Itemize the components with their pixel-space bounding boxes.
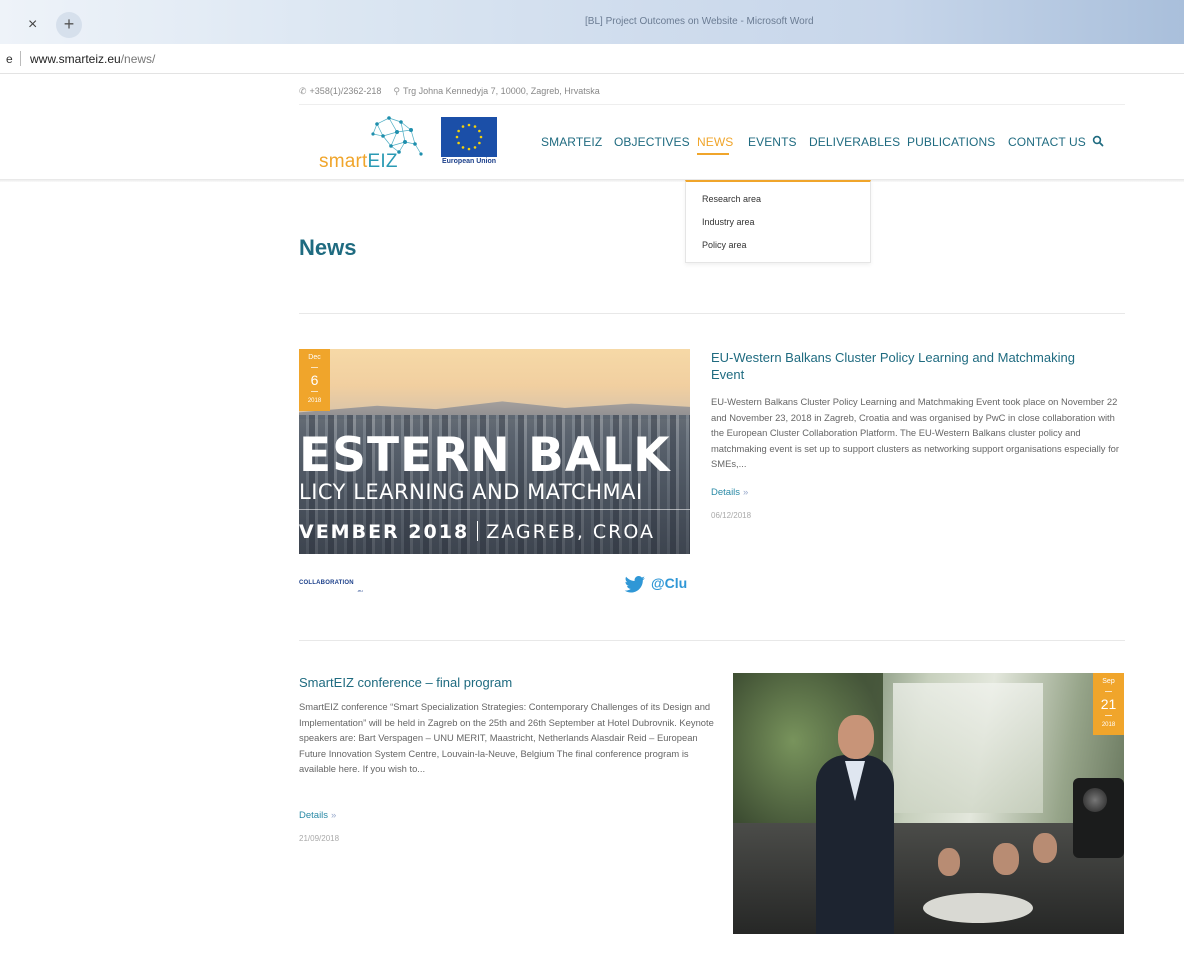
badge-divider: [311, 391, 318, 392]
url-domain: www.smarteiz.eu: [30, 52, 121, 66]
badge-day: 21: [1100, 696, 1117, 712]
image-dateline: VEMBER 2018 ZAGREB, CROA: [299, 521, 655, 543]
nav-publications[interactable]: PUBLICATIONS: [907, 135, 995, 149]
contact-info-bar: ✆ +358(1)/2362-218 ⚲ Trg Johna Kennedyja 7,…: [299, 86, 600, 97]
article-1-image-footer: COLLABORATION .eu @Clu: [299, 554, 690, 604]
badge-year: 2018: [307, 398, 322, 404]
article-2-image[interactable]: [733, 673, 1124, 934]
eu-flag-icon: [441, 117, 497, 157]
news-dropdown-menu: Research area Industry area Policy area: [685, 180, 871, 263]
url-separator: [20, 51, 21, 66]
badge-year: 2018: [1101, 722, 1116, 728]
image-window: [893, 683, 1043, 813]
badge-day: 6: [310, 372, 319, 388]
page-title: News: [299, 235, 357, 260]
image-audience: [733, 823, 1124, 934]
badge-divider: [1105, 691, 1112, 692]
article-1-date: 06/12/2018: [711, 511, 752, 520]
section-divider: [299, 640, 1125, 641]
badge-month: Sep: [1102, 678, 1115, 685]
image-speaker-head: [838, 715, 874, 759]
url-fragment: e: [6, 52, 13, 66]
close-tab-icon[interactable]: ×: [28, 16, 37, 34]
image-table: [923, 893, 1033, 923]
double-chevron-right-icon: »: [331, 810, 337, 821]
badge-divider: [311, 367, 318, 368]
article-1-date-badge: Dec 6 2018: [299, 349, 330, 411]
address-bar[interactable]: e www.smarteiz.eu/news/: [0, 44, 1184, 74]
article-1-title[interactable]: EU-Western Balkans Cluster Policy Learni…: [711, 349, 1111, 383]
image-audience-member: [938, 848, 960, 876]
collaboration-logo-domain: .eu: [357, 588, 363, 593]
image-date-text: VEMBER 2018: [299, 521, 470, 543]
logo-wordmark: smartEIZ: [319, 151, 398, 173]
section-divider: [299, 313, 1125, 314]
double-chevron-right-icon: »: [743, 487, 749, 498]
smarteiz-logo[interactable]: smartEIZ: [319, 114, 431, 174]
badge-month: Dec: [308, 354, 321, 361]
dropdown-research-area[interactable]: Research area: [702, 194, 761, 204]
nav-smarteiz[interactable]: SMARTEIZ: [541, 135, 602, 149]
image-audience-member: [993, 843, 1019, 875]
map-pin-icon: ⚲: [393, 86, 400, 96]
dropdown-policy-area[interactable]: Policy area: [702, 240, 747, 250]
address-text: Trg Johna Kennedyja 7, 10000, Zagreb, Hr…: [402, 86, 600, 96]
header-shadow: [0, 179, 1184, 182]
badge-divider: [1105, 715, 1112, 716]
article-1-details-link[interactable]: Details»: [711, 487, 748, 498]
logo-smart: smart: [319, 151, 368, 172]
eu-label: European Union: [441, 158, 497, 165]
nav-objectives[interactable]: OBJECTIVES: [614, 135, 690, 149]
article-2-date: 21/09/2018: [299, 834, 340, 843]
article-2-details-link[interactable]: Details»: [299, 810, 336, 821]
phone-icon: ✆: [299, 86, 307, 96]
article-2-date-badge: Sep 21 2018: [1093, 673, 1124, 735]
article-2-excerpt: SmartEIZ conference “Smart Specializatio…: [299, 701, 714, 774]
image-camera-lens: [1083, 788, 1107, 812]
nav-news[interactable]: NEWS: [697, 135, 733, 149]
new-tab-button[interactable]: +: [56, 12, 82, 38]
nav-events[interactable]: EVENTS: [748, 135, 797, 149]
article-1-image[interactable]: ESTERN BALK LICY LEARNING AND MATCHMAI V…: [299, 349, 690, 554]
header-divider: [299, 104, 1125, 105]
url-text[interactable]: www.smarteiz.eu/news/: [30, 52, 155, 66]
twitter-bird-icon: [624, 576, 645, 593]
article-2-title[interactable]: SmartEIZ conference – final program: [299, 674, 719, 691]
twitter-handle: @Clu: [651, 575, 688, 591]
nav-contact-us[interactable]: CONTACT US: [1008, 135, 1086, 149]
nav-active-indicator: [697, 153, 729, 155]
image-rule: [299, 509, 690, 510]
dropdown-industry-area[interactable]: Industry area: [702, 217, 755, 227]
image-subheadline: LICY LEARNING AND MATCHMAI: [299, 480, 643, 504]
background-window-title: [BL] Project Outcomes on Website - Micro…: [585, 16, 814, 27]
browser-tab-bar: × + [BL] Project Outcomes on Website - M…: [0, 0, 1184, 44]
nav-deliverables[interactable]: DELIVERABLES: [809, 135, 900, 149]
image-location-text: ZAGREB, CROA: [486, 521, 655, 543]
collaboration-logo: COLLABORATION: [299, 580, 354, 586]
details-label: Details: [711, 487, 741, 498]
phone-number[interactable]: +358(1)/2362-218: [310, 86, 382, 96]
image-headline: ESTERN BALK: [299, 428, 671, 483]
image-audience-member: [1033, 833, 1057, 863]
details-label: Details: [299, 810, 329, 821]
article-1-excerpt: EU-Western Balkans Cluster Policy Learni…: [711, 396, 1120, 469]
url-path: /news/: [120, 52, 156, 66]
search-icon[interactable]: [1092, 135, 1104, 147]
logo-eiz: EIZ: [367, 151, 398, 172]
